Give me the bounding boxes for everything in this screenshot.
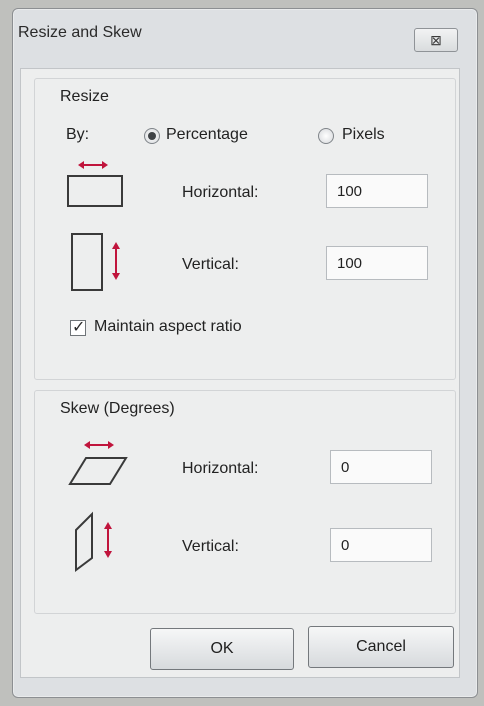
resize-group-label: Resize: [60, 88, 109, 105]
pixels-label[interactable]: Pixels: [342, 126, 385, 144]
cancel-button[interactable]: Cancel: [308, 626, 454, 668]
skew-group-label: Skew (Degrees): [60, 400, 175, 417]
resize-vertical-icon: [71, 233, 120, 291]
resize-vertical-input[interactable]: [326, 246, 428, 280]
skew-vertical-label: Vertical:: [182, 538, 239, 555]
resize-horizontal-label: Horizontal:: [182, 184, 259, 201]
check-icon: ✓: [72, 319, 86, 336]
skew-horizontal-label: Horizontal:: [182, 460, 259, 477]
skew-vertical-icon: [75, 511, 112, 572]
maintain-aspect-checkbox[interactable]: ✓: [70, 319, 86, 336]
resize-vertical-label: Vertical:: [182, 256, 239, 273]
percentage-radio[interactable]: [144, 128, 160, 144]
dialog-title: Resize and Skew: [18, 24, 142, 41]
close-button[interactable]: ⊠: [414, 28, 458, 52]
maintain-aspect-label[interactable]: Maintain aspect ratio: [94, 318, 242, 336]
ok-button[interactable]: OK: [150, 628, 294, 670]
skew-horizontal-input[interactable]: [330, 450, 432, 484]
skew-horizontal-icon: [68, 441, 128, 485]
pixels-radio[interactable]: [318, 128, 334, 144]
by-label: By:: [66, 126, 90, 143]
resize-horizontal-input[interactable]: [326, 174, 428, 208]
percentage-label[interactable]: Percentage: [166, 126, 248, 144]
resize-horizontal-icon: [67, 161, 123, 207]
skew-vertical-input[interactable]: [330, 528, 432, 562]
skew-group: [34, 390, 456, 614]
close-icon: ⊠: [430, 31, 442, 48]
